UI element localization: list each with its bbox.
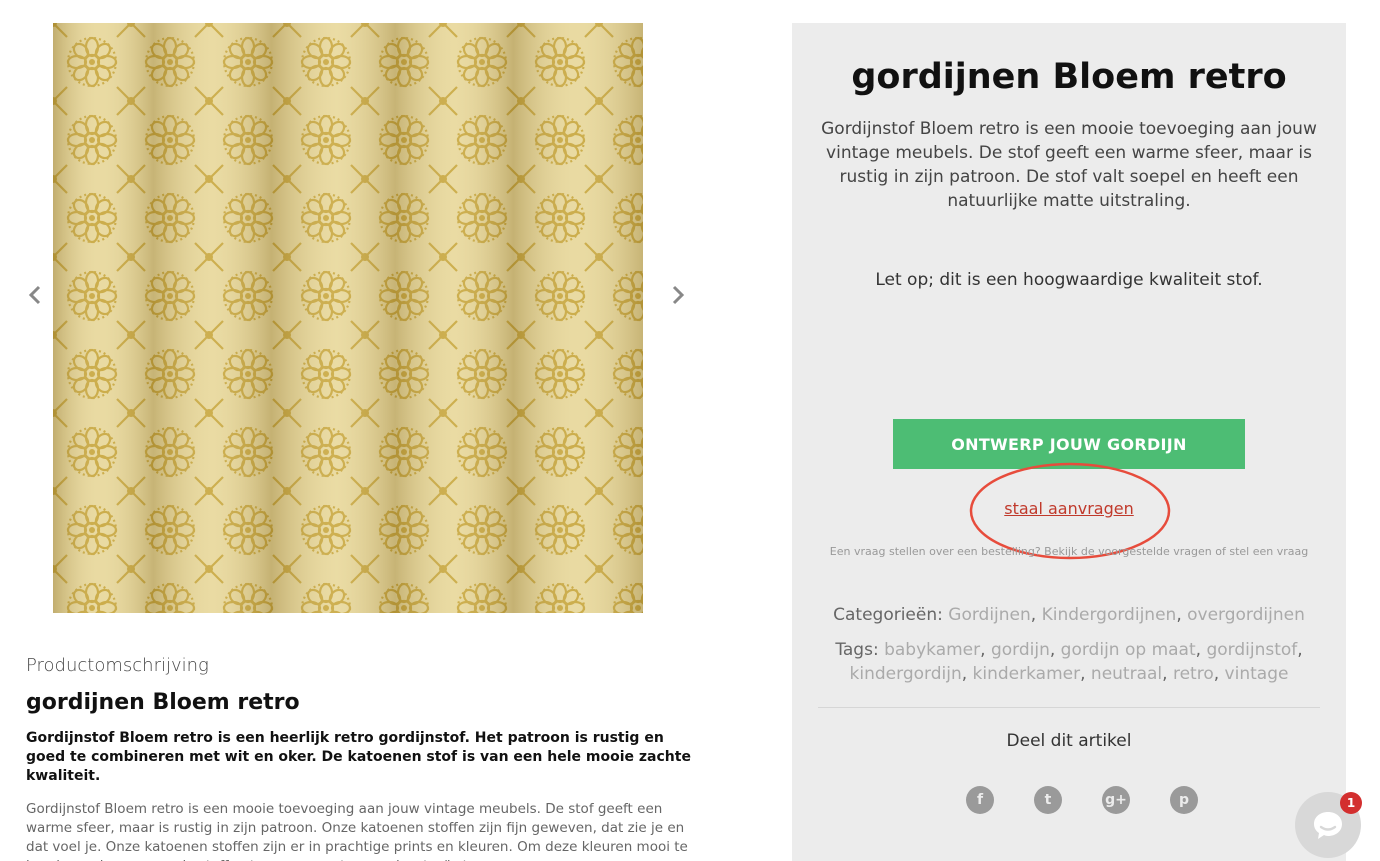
share-icons: f t g+ p <box>966 786 1198 814</box>
description-intro: Gordijnstof Bloem retro is een heerlijk … <box>26 730 691 784</box>
tag-link[interactable]: kinderkamer <box>973 664 1081 684</box>
categories-label: Categorieën: <box>833 605 943 625</box>
category-link[interactable]: overgordijnen <box>1187 605 1305 625</box>
categories-row: Categorieën: Gordijnen, Kindergordijnen,… <box>818 603 1320 627</box>
share-label: Deel dit artikel <box>1006 731 1132 751</box>
tag-link[interactable]: gordijnstof <box>1206 640 1297 660</box>
tag-link[interactable]: neutraal <box>1091 664 1162 684</box>
tags-row: Tags: babykamer, gordijn, gordijn op maa… <box>818 638 1320 686</box>
tag-link[interactable]: gordijn <box>991 640 1050 660</box>
description-title: gordijnen Bloem retro <box>26 690 300 715</box>
product-summary: Gordijnstof Bloem retro is een mooie toe… <box>821 119 1317 211</box>
tag-link[interactable]: gordijn op maat <box>1061 640 1196 660</box>
divider <box>818 707 1320 708</box>
category-link[interactable]: Kindergordijnen <box>1042 605 1177 625</box>
design-curtain-button[interactable]: ONTWERP JOUW GORDIJN <box>893 419 1245 469</box>
description-body: Gordijnstof Bloem retro is een mooie toe… <box>26 801 688 861</box>
tag-link[interactable]: retro <box>1173 664 1214 684</box>
tag-link[interactable]: vintage <box>1225 664 1289 684</box>
chat-bubble-icon <box>1314 812 1342 839</box>
facebook-icon[interactable]: f <box>966 786 994 814</box>
tag-link[interactable]: babykamer <box>884 640 980 660</box>
product-note: Let op; dit is een hoogwaardige kwalitei… <box>875 270 1263 290</box>
categories-list: Gordijnen, Kindergordijnen, overgordijne… <box>948 605 1305 625</box>
description-label: Productomschrijving <box>26 655 209 676</box>
chat-notification-badge: 1 <box>1340 792 1362 814</box>
product-info-panel: gordijnen Bloem retro Gordijnstof Bloem … <box>792 23 1346 861</box>
chevron-left-icon[interactable] <box>26 283 46 307</box>
tags-label: Tags: <box>835 640 879 660</box>
product-description: Productomschrijving gordijnen Bloem retr… <box>26 655 691 861</box>
tags-list: babykamer, gordijn, gordijn op maat, gor… <box>849 640 1303 684</box>
product-image[interactable] <box>53 23 643 613</box>
tag-link[interactable]: kindergordijn <box>850 664 962 684</box>
request-sample-link[interactable]: staal aanvragen <box>792 499 1346 518</box>
product-title: gordijnen Bloem retro <box>851 57 1287 97</box>
product-page: Productomschrijving gordijnen Bloem retr… <box>0 0 1380 861</box>
help-text: Een vraag stellen over een bestelling? B… <box>829 545 1309 558</box>
twitter-icon[interactable]: t <box>1034 786 1062 814</box>
google-plus-icon[interactable]: g+ <box>1102 786 1130 814</box>
category-link[interactable]: Gordijnen <box>948 605 1031 625</box>
pinterest-icon[interactable]: p <box>1170 786 1198 814</box>
chevron-right-icon[interactable] <box>667 283 687 307</box>
